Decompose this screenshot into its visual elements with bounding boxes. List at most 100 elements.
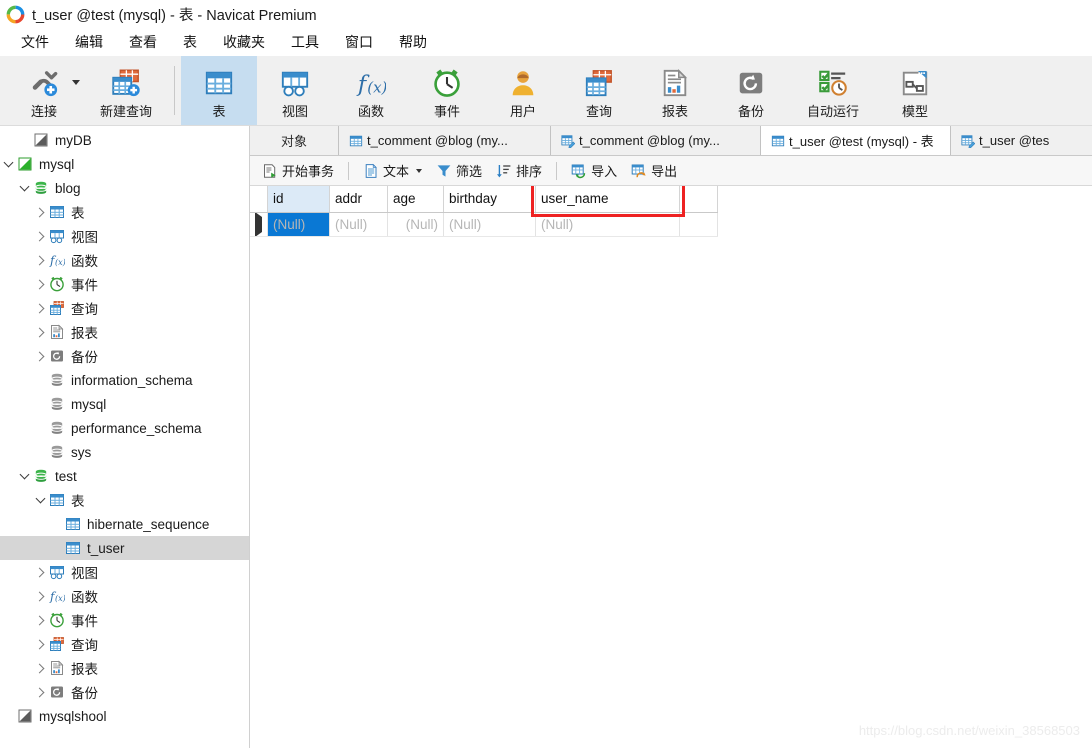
- grid-cell[interactable]: (Null): [535, 212, 680, 237]
- toolbar-connection[interactable]: 连接: [6, 56, 82, 125]
- tree-item-blog[interactable]: blog: [0, 176, 249, 200]
- navigation-sidebar[interactable]: myDB mysql blog 表视图 f (x) 函数 事件 查询 报表 备份 informatio…: [0, 126, 250, 748]
- action-sort[interactable]: 排序: [490, 158, 548, 183]
- tab-t-comment-table[interactable]: t_comment @blog (my...: [338, 126, 550, 155]
- tree-item-mysqlshool[interactable]: mysqlshool: [0, 704, 249, 728]
- chevron-right-icon[interactable]: [32, 632, 48, 656]
- grid-column-header[interactable]: user_name: [535, 186, 680, 213]
- chevron-right-icon[interactable]: [32, 320, 48, 344]
- grid-cell[interactable]: (Null): [443, 212, 536, 237]
- tree-item-[interactable]: 事件: [0, 272, 249, 296]
- chevron-down-icon[interactable]: [32, 488, 48, 512]
- tree-twisty-empty: [48, 536, 64, 560]
- tree-item-[interactable]: 表: [0, 200, 249, 224]
- report-icon: [48, 660, 65, 677]
- data-grid[interactable]: id addr age birthday user_name (Null) (Null)(…: [250, 186, 718, 237]
- table-row[interactable]: (Null) (Null) (Null) (Null) (Null): [250, 212, 718, 237]
- row-indicator[interactable]: [250, 212, 268, 237]
- toolbar-new-query[interactable]: 新建查询: [82, 56, 170, 125]
- action-export[interactable]: 导出: [625, 158, 683, 183]
- tree-item-[interactable]: 视图: [0, 560, 249, 584]
- action-label: 文本: [383, 164, 410, 179]
- grid-cell[interactable]: (Null): [387, 212, 444, 237]
- grid-body[interactable]: (Null) (Null) (Null) (Null) (Null): [250, 212, 718, 237]
- chevron-right-icon[interactable]: [32, 224, 48, 248]
- grid-column-header[interactable]: birthday: [443, 186, 536, 213]
- table-tab-icon: [348, 133, 363, 148]
- menu-edit[interactable]: 编辑: [62, 30, 116, 54]
- grid-cell[interactable]: (Null): [267, 212, 330, 237]
- tab-t-user-design[interactable]: t_user @tes: [950, 126, 1070, 155]
- menu-table[interactable]: 表: [170, 30, 210, 54]
- tree-item-[interactable]: 备份: [0, 344, 249, 368]
- grid-column-header[interactable]: age: [387, 186, 444, 213]
- tree-item-t_user[interactable]: t_user: [0, 536, 249, 560]
- action-filter[interactable]: 筛选: [430, 158, 488, 183]
- tree-item-[interactable]: 表: [0, 488, 249, 512]
- tree-item-sys[interactable]: sys: [0, 440, 249, 464]
- chevron-down-icon[interactable]: [16, 464, 32, 488]
- grid-cell[interactable]: (Null): [329, 212, 388, 237]
- grid-column-header[interactable]: [679, 186, 718, 213]
- action-import[interactable]: 导入: [565, 158, 623, 183]
- action-text[interactable]: 文本: [357, 158, 428, 183]
- chevron-down-icon[interactable]: [72, 80, 80, 85]
- menu-tools[interactable]: 工具: [278, 30, 332, 54]
- chevron-right-icon[interactable]: [32, 584, 48, 608]
- tab-t-comment-design[interactable]: t_comment @blog (my...: [550, 126, 760, 155]
- chevron-down-icon[interactable]: [416, 168, 423, 173]
- tree-item-[interactable]: 报表: [0, 656, 249, 680]
- grid-column-header[interactable]: addr: [329, 186, 388, 213]
- tree-item-[interactable]: f (x) 函数: [0, 584, 249, 608]
- tree-item-[interactable]: 报表: [0, 320, 249, 344]
- menu-help[interactable]: 帮助: [386, 30, 440, 54]
- tree-item-information_schema[interactable]: information_schema: [0, 368, 249, 392]
- tree-item-label: t_user: [87, 540, 125, 556]
- grid-header-row[interactable]: id addr age birthday user_name: [250, 186, 718, 213]
- tree-item-mysql[interactable]: mysql: [0, 152, 249, 176]
- grid-column-header[interactable]: id: [267, 186, 330, 213]
- chevron-right-icon[interactable]: [32, 272, 48, 296]
- chevron-down-icon[interactable]: [16, 176, 32, 200]
- toolbar-report[interactable]: 报表: [637, 56, 713, 125]
- chevron-right-icon[interactable]: [32, 560, 48, 584]
- tree-item-hibernate_sequence[interactable]: hibernate_sequence: [0, 512, 249, 536]
- toolbar-table[interactable]: 表: [181, 56, 257, 125]
- chevron-right-icon[interactable]: [32, 680, 48, 704]
- toolbar-view[interactable]: 视图: [257, 56, 333, 125]
- chevron-right-icon[interactable]: [32, 200, 48, 224]
- tree-item-mysql[interactable]: mysql: [0, 392, 249, 416]
- tree-item-myDB[interactable]: myDB: [0, 128, 249, 152]
- tab-objects[interactable]: 对象: [250, 126, 338, 155]
- chevron-right-icon[interactable]: [32, 248, 48, 272]
- tree-twisty-empty: [16, 128, 32, 152]
- tree-item-[interactable]: 查询: [0, 296, 249, 320]
- tree-item-[interactable]: 视图: [0, 224, 249, 248]
- grid-cell[interactable]: [679, 212, 718, 237]
- chevron-down-icon[interactable]: [0, 152, 16, 176]
- tree-item-[interactable]: f (x) 函数: [0, 248, 249, 272]
- chevron-right-icon[interactable]: [32, 608, 48, 632]
- tree-item-test[interactable]: test: [0, 464, 249, 488]
- menu-window[interactable]: 窗口: [332, 30, 386, 54]
- tree-item-[interactable]: 查询: [0, 632, 249, 656]
- tree-item-performance_schema[interactable]: performance_schema: [0, 416, 249, 440]
- tree-item-[interactable]: 备份: [0, 680, 249, 704]
- toolbar-query[interactable]: 查询: [561, 56, 637, 125]
- toolbar-automation[interactable]: 自动运行: [789, 56, 877, 125]
- menu-favorites[interactable]: 收藏夹: [210, 30, 278, 54]
- toolbar-model[interactable]: 模型: [877, 56, 953, 125]
- data-grid-area[interactable]: id addr age birthday user_name (Null) (Null)(…: [250, 186, 1092, 748]
- toolbar-backup[interactable]: 备份: [713, 56, 789, 125]
- chevron-right-icon[interactable]: [32, 296, 48, 320]
- tree-item-[interactable]: 事件: [0, 608, 249, 632]
- action-begin-transaction[interactable]: 开始事务: [256, 158, 340, 183]
- toolbar-function[interactable]: f (x) 函数: [333, 56, 409, 125]
- chevron-right-icon[interactable]: [32, 344, 48, 368]
- toolbar-user[interactable]: 用户: [485, 56, 561, 125]
- menu-view[interactable]: 查看: [116, 30, 170, 54]
- toolbar-event[interactable]: 事件: [409, 56, 485, 125]
- chevron-right-icon[interactable]: [32, 656, 48, 680]
- menu-file[interactable]: 文件: [8, 30, 62, 54]
- tab-t-user-table[interactable]: t_user @test (mysql) - 表: [760, 126, 950, 155]
